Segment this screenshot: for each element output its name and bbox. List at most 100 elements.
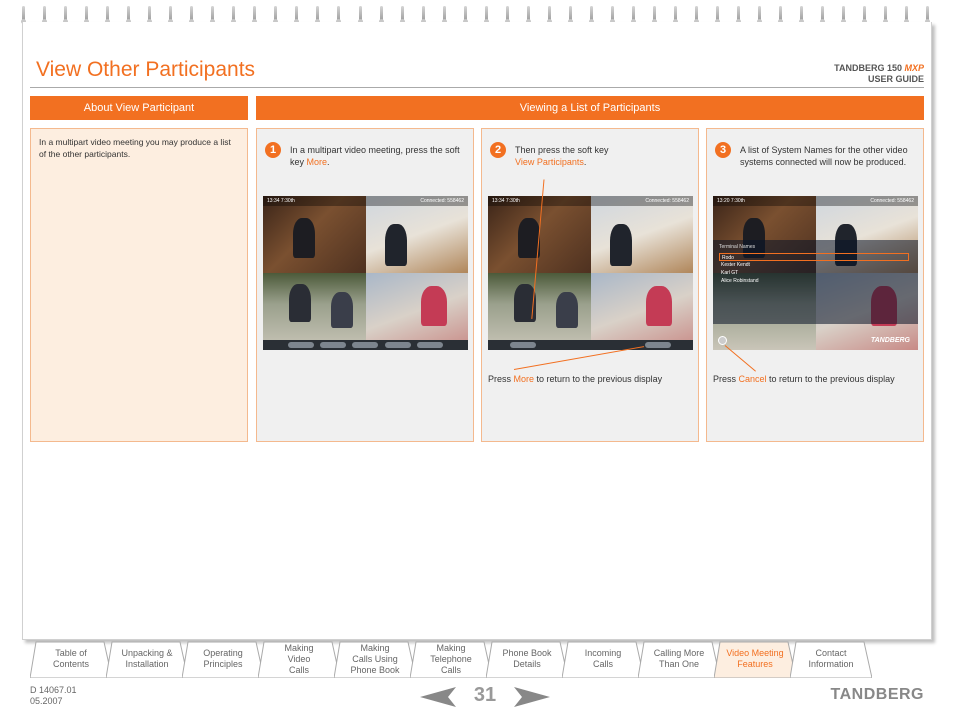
spiral-ring — [42, 6, 48, 24]
status-time: 13:20 7:30th — [717, 198, 745, 204]
step-text-part: . — [327, 157, 330, 167]
chapter-tab[interactable]: Making Telephone Calls — [410, 640, 492, 678]
cancel-label: Cancel — [738, 374, 767, 384]
chapter-tab-label: Unpacking & Installation — [121, 648, 173, 669]
chapter-tab[interactable]: Phone Book Details — [486, 640, 568, 678]
softkey-more-label: More — [306, 157, 328, 167]
spiral-ring — [483, 6, 489, 24]
softkey-more[interactable] — [645, 342, 671, 348]
title-divider — [30, 87, 924, 88]
spiral-ring — [231, 6, 237, 24]
step-number: 1 — [265, 142, 281, 158]
softkey-bar — [488, 340, 693, 350]
chapter-tab-label: Contact Information — [808, 648, 854, 669]
spiral-ring — [63, 6, 69, 24]
about-panel: In a multipart video meeting you may pro… — [30, 128, 248, 442]
terminal-name-item[interactable]: Alice Robinstand — [719, 277, 909, 285]
status-time: 13:34 7:30th — [267, 198, 295, 204]
spiral-ring — [420, 6, 426, 24]
spiral-ring — [462, 6, 468, 24]
spiral-ring — [294, 6, 300, 24]
page-number: 31 — [473, 684, 497, 706]
spiral-ring — [21, 6, 26, 24]
page-title: View Other Participants — [36, 58, 256, 81]
status-connection: Connected: 558462 — [645, 198, 689, 204]
cancel-icon[interactable] — [718, 336, 727, 345]
spiral-ring — [189, 6, 195, 24]
spiral-ring — [105, 6, 111, 24]
spiral-ring — [630, 6, 636, 24]
video-quadrant — [590, 196, 693, 273]
previous-page-arrow-icon[interactable] — [420, 687, 456, 707]
chapter-tab[interactable]: Making Video Calls — [258, 640, 340, 678]
chapter-tab[interactable]: Incoming Calls — [562, 640, 644, 678]
step-1-panel: 1 In a multipart video meeting, press th… — [256, 128, 474, 442]
page-navigation: 31 — [420, 684, 550, 710]
person-figure — [610, 224, 632, 266]
spiral-ring — [252, 6, 258, 24]
brand-mxp: MXP — [904, 63, 924, 73]
spiral-ring — [883, 6, 889, 24]
status-connection: Connected: 558462 — [420, 198, 464, 204]
chapter-tab-label: Phone Book Details — [502, 648, 552, 669]
chapter-tab[interactable]: Video Meeting Features — [714, 640, 796, 678]
person-figure — [646, 286, 672, 326]
person-figure — [421, 286, 447, 326]
person-figure — [289, 284, 311, 322]
spiral-ring — [168, 6, 174, 24]
spiral-ring — [651, 6, 657, 24]
terminal-name-item[interactable]: Rodo — [719, 253, 909, 261]
chapter-tab-label: Making Calls Using Phone Book — [350, 642, 400, 675]
softkey[interactable] — [320, 342, 347, 348]
spiral-ring — [588, 6, 594, 24]
chapter-tab[interactable]: Making Calls Using Phone Book — [334, 640, 416, 678]
softkey[interactable] — [384, 342, 411, 348]
person-figure — [331, 292, 353, 328]
chapter-tab[interactable]: Unpacking & Installation — [106, 640, 188, 678]
chapter-tab-label: Video Meeting Features — [726, 648, 784, 669]
terminal-names-heading: Terminal Names — [719, 244, 756, 250]
doc-number: D 14067.01 — [30, 685, 77, 695]
softkey-view-participants-label: View Participants — [515, 157, 584, 167]
spiral-ring — [862, 6, 868, 24]
spiral-ring — [904, 6, 910, 24]
brand-label: TANDBERG 150 MXP USER GUIDE — [834, 63, 924, 85]
step-text-part: . — [583, 157, 587, 167]
softkey-more[interactable] — [416, 342, 443, 348]
chapter-tab-label: Incoming Calls — [584, 648, 622, 669]
chapter-tab-label: Making Telephone Calls — [430, 642, 472, 675]
next-page-arrow-icon[interactable] — [514, 687, 550, 707]
chapter-tab-label: Calling More Than One — [653, 648, 705, 669]
status-bar: 13:34 7:30th Connected: 558462 — [488, 196, 693, 206]
chapter-tab[interactable]: Calling More Than One — [638, 640, 720, 678]
softkey[interactable] — [288, 342, 315, 348]
step-3-panel: 3 A list of System Names for the other v… — [706, 128, 924, 442]
spiral-ring — [609, 6, 615, 24]
chapter-tab-label: Table of Contents — [52, 648, 90, 669]
status-bar: 13:34 7:30th Connected: 558462 — [263, 196, 468, 206]
step-text-part: Then press the soft key — [515, 145, 609, 155]
softkey-view-participants[interactable] — [510, 342, 536, 348]
step-number: 2 — [490, 142, 506, 158]
terminal-name-item[interactable]: Kester Kendt — [719, 261, 909, 269]
video-screenshot: 13:34 7:30th Connected: 558462 — [263, 196, 468, 350]
softkey[interactable] — [352, 342, 379, 348]
step-text: Then press the soft key View Participant… — [515, 144, 693, 168]
chapter-tab[interactable]: Operating Principles — [182, 640, 264, 678]
spiral-ring — [441, 6, 447, 24]
video-screenshot: 13:34 7:30th Connected: 558462 — [488, 196, 693, 350]
about-heading: About View Participant — [30, 96, 248, 120]
terminal-name-item[interactable]: Karl GT — [719, 269, 909, 277]
chapter-tab[interactable]: Contact Information — [790, 640, 872, 678]
status-time: 13:34 7:30th — [492, 198, 520, 204]
chapter-tab[interactable]: Table of Contents — [30, 640, 112, 678]
brand-subtitle: USER GUIDE — [867, 74, 924, 84]
spiral-ring — [672, 6, 678, 24]
step-footnote: Press More to return to the previous dis… — [488, 374, 662, 384]
step-text: A list of System Names for the other vid… — [740, 145, 908, 167]
person-figure — [385, 224, 407, 266]
video-screenshot: Terminal Names Rodo Kester Kendt Karl GT… — [713, 196, 918, 350]
brand-product: TANDBERG 150 — [834, 63, 905, 73]
person-figure — [293, 218, 315, 258]
about-text: In a multipart video meeting you may pro… — [39, 137, 231, 159]
